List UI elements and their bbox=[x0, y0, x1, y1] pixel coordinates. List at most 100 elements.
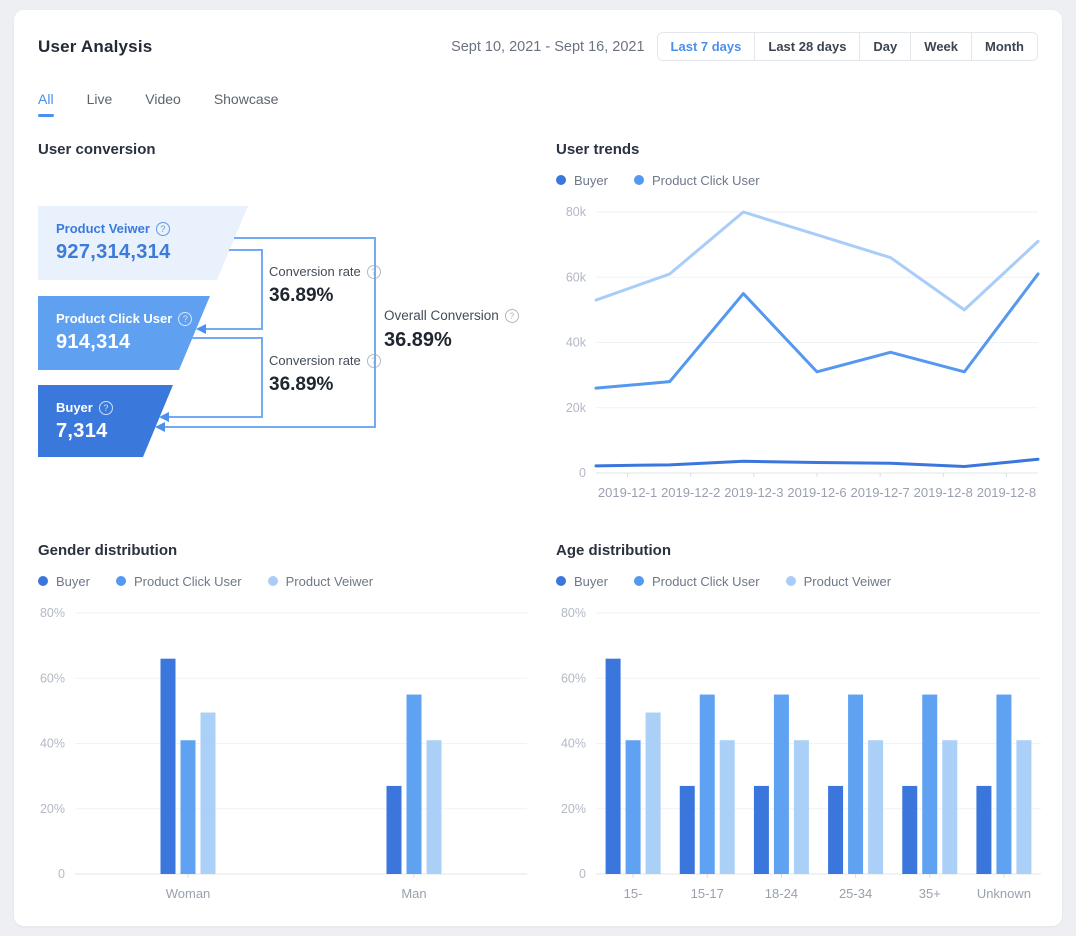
arrow-left-icon bbox=[159, 412, 169, 422]
bar-buyer-man[interactable] bbox=[387, 786, 402, 874]
bar-buyer-35[interactable] bbox=[902, 786, 917, 874]
help-icon[interactable] bbox=[156, 222, 170, 236]
x-axis-tick-label: 2019-12-6 bbox=[787, 485, 846, 500]
bar-buyer-unknown[interactable] bbox=[976, 786, 991, 874]
help-icon[interactable] bbox=[367, 265, 381, 279]
gender-distribution-chart: 020%40%60%80%WomanMan bbox=[38, 597, 527, 911]
bar-product-veiwer-18-24[interactable] bbox=[794, 740, 809, 874]
page-title: User Analysis bbox=[38, 37, 152, 57]
date-range-button-group: Last 7 daysLast 28 daysDayWeekMonth bbox=[657, 32, 1038, 61]
section-age-distribution: Age distribution BuyerProduct Click User… bbox=[556, 542, 1041, 911]
funnel-stage-3-label: Buyer bbox=[56, 400, 93, 415]
legend-dot-icon bbox=[556, 576, 566, 586]
legend-item-product-click-user[interactable]: Product Click User bbox=[634, 173, 760, 188]
x-axis-tick-label: 25-34 bbox=[839, 886, 872, 901]
bar-buyer-25-34[interactable] bbox=[828, 786, 843, 874]
conversion-rate-2-label: Conversion rate bbox=[269, 353, 361, 368]
bar-product-click-user-woman[interactable] bbox=[181, 740, 196, 874]
conversion-rate-1-value: 36.89% bbox=[269, 285, 381, 307]
funnel-stage-1-value: 927,314,314 bbox=[56, 241, 171, 264]
legend-dot-icon bbox=[38, 576, 48, 586]
section-user-trends: User trends BuyerProduct Click User 020k… bbox=[556, 141, 1041, 510]
bar-product-veiwer-35[interactable] bbox=[942, 740, 957, 874]
range-button-day[interactable]: Day bbox=[859, 33, 910, 60]
y-axis-tick-label: 0 bbox=[579, 466, 586, 480]
bar-product-veiwer-15-17[interactable] bbox=[720, 740, 735, 874]
age-distribution-chart: 020%40%60%80%15-15-1718-2425-3435+Unknow… bbox=[556, 597, 1041, 911]
legend-item-product-veiwer[interactable]: Product Veiwer bbox=[268, 574, 373, 589]
y-axis-tick-label: 20% bbox=[561, 802, 586, 816]
legend-label: Buyer bbox=[574, 574, 608, 589]
help-icon[interactable] bbox=[505, 309, 519, 323]
legend-dot-icon bbox=[268, 576, 278, 586]
x-axis-tick-label: Man bbox=[401, 886, 426, 901]
user-trends-legend: Buyer Product Click User bbox=[556, 172, 1041, 188]
range-button-last-28-days[interactable]: Last 28 days bbox=[754, 33, 859, 60]
bar-buyer-15-17[interactable] bbox=[680, 786, 695, 874]
tab-showcase[interactable]: Showcase bbox=[214, 91, 279, 117]
line-series-product-veiwer[interactable] bbox=[596, 212, 1038, 310]
bar-product-veiwer-woman[interactable] bbox=[201, 713, 216, 874]
legend-item-product-veiwer[interactable]: Product Veiwer bbox=[786, 574, 891, 589]
line-series-buyer[interactable] bbox=[596, 459, 1038, 466]
y-axis-tick-label: 40% bbox=[561, 737, 586, 751]
range-button-month[interactable]: Month bbox=[971, 33, 1037, 60]
tab-video[interactable]: Video bbox=[145, 91, 181, 117]
user-trends-chart: 020k40k60k80k2019-12-12019-12-22019-12-3… bbox=[556, 196, 1041, 510]
dashboard-card: User Analysis Sept 10, 2021 - Sept 16, 2… bbox=[14, 10, 1062, 926]
y-axis-tick-label: 20k bbox=[566, 401, 587, 415]
legend-label: Buyer bbox=[574, 173, 608, 188]
range-button-week[interactable]: Week bbox=[910, 33, 971, 60]
x-axis-tick-label: 2019-12-3 bbox=[724, 485, 783, 500]
help-icon[interactable] bbox=[178, 312, 192, 326]
y-axis-tick-label: 60k bbox=[566, 270, 587, 284]
bar-buyer-18-24[interactable] bbox=[754, 786, 769, 874]
bar-product-click-user-15[interactable] bbox=[626, 740, 641, 874]
funnel-stage-1-text: Product Veiwer 927,314,314 bbox=[56, 221, 171, 264]
legend-item-buyer[interactable]: Buyer bbox=[556, 173, 608, 188]
bar-product-veiwer-15[interactable] bbox=[646, 713, 661, 874]
x-axis-tick-label: Unknown bbox=[977, 886, 1031, 901]
funnel-stage-2-label: Product Click User bbox=[56, 311, 172, 326]
tab-live[interactable]: Live bbox=[87, 91, 113, 117]
gender-distribution-legend: Buyer Product Click User Product Veiwer bbox=[38, 573, 538, 589]
funnel-stage-1-label: Product Veiwer bbox=[56, 221, 150, 236]
bar-product-veiwer-unknown[interactable] bbox=[1016, 740, 1031, 874]
legend-label: Product Click User bbox=[652, 574, 760, 589]
help-icon[interactable] bbox=[99, 401, 113, 415]
tab-all[interactable]: All bbox=[38, 91, 54, 117]
line-series-product-click-user[interactable] bbox=[596, 274, 1038, 388]
bar-product-click-user-man[interactable] bbox=[407, 695, 422, 874]
bar-product-click-user-35[interactable] bbox=[922, 695, 937, 874]
legend-dot-icon bbox=[556, 175, 566, 185]
bar-product-click-user-15-17[interactable] bbox=[700, 695, 715, 874]
bar-buyer-woman[interactable] bbox=[161, 659, 176, 874]
bar-product-click-user-25-34[interactable] bbox=[848, 695, 863, 874]
x-axis-tick-label: 2019-12-1 bbox=[598, 485, 657, 500]
bar-buyer-15[interactable] bbox=[606, 659, 621, 874]
conversion-rate-2: Conversion rate 36.89% bbox=[269, 353, 381, 396]
legend-dot-icon bbox=[634, 576, 644, 586]
bar-product-veiwer-25-34[interactable] bbox=[868, 740, 883, 874]
range-button-last-7-days[interactable]: Last 7 days bbox=[658, 33, 755, 60]
legend-label: Product Veiwer bbox=[286, 574, 373, 589]
legend-item-product-click-user[interactable]: Product Click User bbox=[116, 574, 242, 589]
arrow-left-icon bbox=[155, 422, 165, 432]
bar-product-click-user-18-24[interactable] bbox=[774, 695, 789, 874]
funnel-stage-3-value: 7,314 bbox=[56, 420, 113, 443]
legend-item-buyer[interactable]: Buyer bbox=[38, 574, 90, 589]
conversion-rate-1-label: Conversion rate bbox=[269, 264, 361, 279]
conversion-rate-1: Conversion rate 36.89% bbox=[269, 264, 381, 307]
funnel-stage-3-text: Buyer 7,314 bbox=[56, 400, 113, 443]
section-gender-distribution: Gender distribution BuyerProduct Click U… bbox=[38, 542, 538, 911]
legend-item-buyer[interactable]: Buyer bbox=[556, 574, 608, 589]
age-distribution-legend: Buyer Product Click User Product Veiwer bbox=[556, 573, 1041, 589]
legend-item-product-click-user[interactable]: Product Click User bbox=[634, 574, 760, 589]
section-user-conversion: User conversion Product Veiwer 927,314,3… bbox=[38, 141, 538, 510]
bar-product-click-user-unknown[interactable] bbox=[996, 695, 1011, 874]
bar-product-veiwer-man[interactable] bbox=[427, 740, 442, 874]
x-axis-tick-label: 18-24 bbox=[765, 886, 798, 901]
x-axis-tick-label: 2019-12-2 bbox=[661, 485, 720, 500]
x-axis-tick-label: 35+ bbox=[919, 886, 941, 901]
help-icon[interactable] bbox=[367, 354, 381, 368]
